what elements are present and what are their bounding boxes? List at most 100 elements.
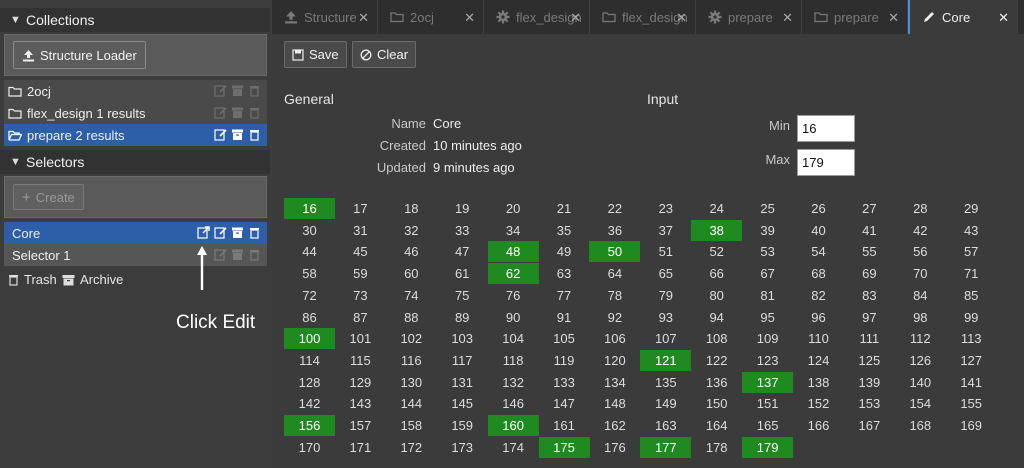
- residue-cell[interactable]: 172: [386, 437, 437, 458]
- residue-cell[interactable]: 24: [691, 198, 742, 219]
- close-icon[interactable]: ✕: [676, 10, 687, 26]
- residue-cell[interactable]: 112: [895, 328, 946, 349]
- residue-cell[interactable]: 167: [844, 415, 895, 436]
- residue-cell[interactable]: 88: [386, 307, 437, 328]
- residue-cell[interactable]: 85: [946, 285, 997, 306]
- residue-cell[interactable]: 159: [437, 415, 488, 436]
- close-icon[interactable]: ✕: [998, 10, 1009, 26]
- residue-cell[interactable]: 152: [793, 393, 844, 414]
- residue-cell[interactable]: 57: [946, 241, 997, 262]
- residue-cell[interactable]: 149: [640, 393, 691, 414]
- residue-cell[interactable]: 162: [589, 415, 640, 436]
- residue-cell[interactable]: 92: [589, 307, 640, 328]
- residue-cell[interactable]: 134: [589, 372, 640, 393]
- residue-cell[interactable]: 144: [386, 393, 437, 414]
- residue-cell[interactable]: 94: [691, 307, 742, 328]
- residue-cell[interactable]: 68: [793, 263, 844, 284]
- tab-flex-design-results[interactable]: flex_design ✕: [590, 0, 696, 34]
- residue-cell[interactable]: 53: [742, 241, 793, 262]
- residue-cell[interactable]: 161: [539, 415, 590, 436]
- residue-cell[interactable]: 37: [640, 220, 691, 241]
- residue-cell[interactable]: 20: [488, 198, 539, 219]
- residue-cell-selected[interactable]: 179: [742, 436, 794, 458]
- residue-cell[interactable]: 93: [640, 307, 691, 328]
- create-button[interactable]: + Create: [13, 184, 84, 210]
- residue-cell[interactable]: 139: [844, 372, 895, 393]
- residue-cell[interactable]: 171: [335, 437, 386, 458]
- residue-cell[interactable]: 164: [691, 415, 742, 436]
- residue-cell[interactable]: 86: [284, 307, 335, 328]
- residue-cell[interactable]: 61: [437, 263, 488, 284]
- residue-cell[interactable]: 129: [335, 372, 386, 393]
- residue-cell[interactable]: 56: [895, 241, 946, 262]
- residue-cell[interactable]: 176: [589, 437, 640, 458]
- residue-cell[interactable]: 80: [691, 285, 742, 306]
- residue-cell[interactable]: 36: [589, 220, 640, 241]
- residue-cell[interactable]: 81: [742, 285, 793, 306]
- residue-cell-selected[interactable]: 177: [640, 436, 692, 458]
- residue-cell[interactable]: 101: [335, 328, 386, 349]
- archive-link[interactable]: Archive: [62, 272, 123, 287]
- archive-icon[interactable]: [231, 106, 244, 119]
- edit-icon[interactable]: [214, 106, 227, 119]
- residue-cell[interactable]: 96: [793, 307, 844, 328]
- residue-cell[interactable]: 58: [284, 263, 335, 284]
- min-input[interactable]: 16: [797, 115, 855, 142]
- residue-cell[interactable]: 142: [284, 393, 335, 414]
- residue-cell[interactable]: 118: [488, 350, 539, 371]
- residue-cell[interactable]: 89: [437, 307, 488, 328]
- collections-header[interactable]: ▼ Collections: [0, 8, 270, 32]
- residue-cell[interactable]: 116: [386, 350, 437, 371]
- residue-cell[interactable]: 32: [386, 220, 437, 241]
- residue-cell[interactable]: 60: [386, 263, 437, 284]
- open-external-icon[interactable]: [197, 226, 210, 239]
- residue-cell[interactable]: 114: [284, 350, 335, 371]
- residue-cell[interactable]: 148: [589, 393, 640, 414]
- clear-button[interactable]: Clear: [352, 41, 417, 68]
- residue-cell[interactable]: 43: [946, 220, 997, 241]
- residue-cell[interactable]: 127: [946, 350, 997, 371]
- residue-cell[interactable]: 18: [386, 198, 437, 219]
- selectors-header[interactable]: ▼ Selectors: [0, 150, 270, 174]
- residue-cell[interactable]: 108: [691, 328, 742, 349]
- residue-cell-selected[interactable]: 100: [284, 328, 335, 350]
- trash-icon[interactable]: [248, 128, 261, 141]
- residue-cell[interactable]: 145: [437, 393, 488, 414]
- collection-item[interactable]: flex_design 1 results: [4, 102, 267, 124]
- residue-cell[interactable]: 111: [844, 328, 895, 349]
- trash-icon[interactable]: [248, 248, 261, 261]
- tab-structure[interactable]: Structure ✕: [272, 0, 378, 34]
- residue-cell[interactable]: 166: [793, 415, 844, 436]
- residue-cell[interactable]: 163: [640, 415, 691, 436]
- residue-cell[interactable]: 147: [539, 393, 590, 414]
- residue-cell[interactable]: 64: [589, 263, 640, 284]
- residue-cell[interactable]: 119: [539, 350, 590, 371]
- structure-loader-button[interactable]: Structure Loader: [13, 41, 146, 69]
- residue-cell[interactable]: 106: [589, 328, 640, 349]
- residue-cell[interactable]: 70: [895, 263, 946, 284]
- close-icon[interactable]: ✕: [464, 10, 475, 26]
- residue-cell[interactable]: 54: [793, 241, 844, 262]
- tab-prepare-results[interactable]: prepare ✕: [802, 0, 908, 34]
- residue-cell[interactable]: 110: [793, 328, 844, 349]
- archive-icon[interactable]: [231, 84, 244, 97]
- residue-cell[interactable]: 91: [539, 307, 590, 328]
- trash-link[interactable]: Trash: [8, 272, 57, 287]
- save-button[interactable]: Save: [284, 41, 347, 68]
- residue-cell[interactable]: 109: [742, 328, 793, 349]
- residue-cell[interactable]: 83: [844, 285, 895, 306]
- residue-cell[interactable]: 131: [437, 372, 488, 393]
- residue-cell[interactable]: 52: [691, 241, 742, 262]
- residue-cell[interactable]: 170: [284, 437, 335, 458]
- residue-cell[interactable]: 41: [844, 220, 895, 241]
- residue-cell[interactable]: 115: [335, 350, 386, 371]
- selector-item-selected[interactable]: Core: [4, 222, 267, 244]
- close-icon[interactable]: ✕: [358, 10, 369, 26]
- residue-cell[interactable]: 55: [844, 241, 895, 262]
- residue-cell[interactable]: 69: [844, 263, 895, 284]
- residue-cell[interactable]: 35: [539, 220, 590, 241]
- residue-cell[interactable]: 46: [386, 241, 437, 262]
- residue-cell[interactable]: 124: [793, 350, 844, 371]
- residue-cell[interactable]: 165: [742, 415, 793, 436]
- residue-cell[interactable]: 178: [691, 437, 742, 458]
